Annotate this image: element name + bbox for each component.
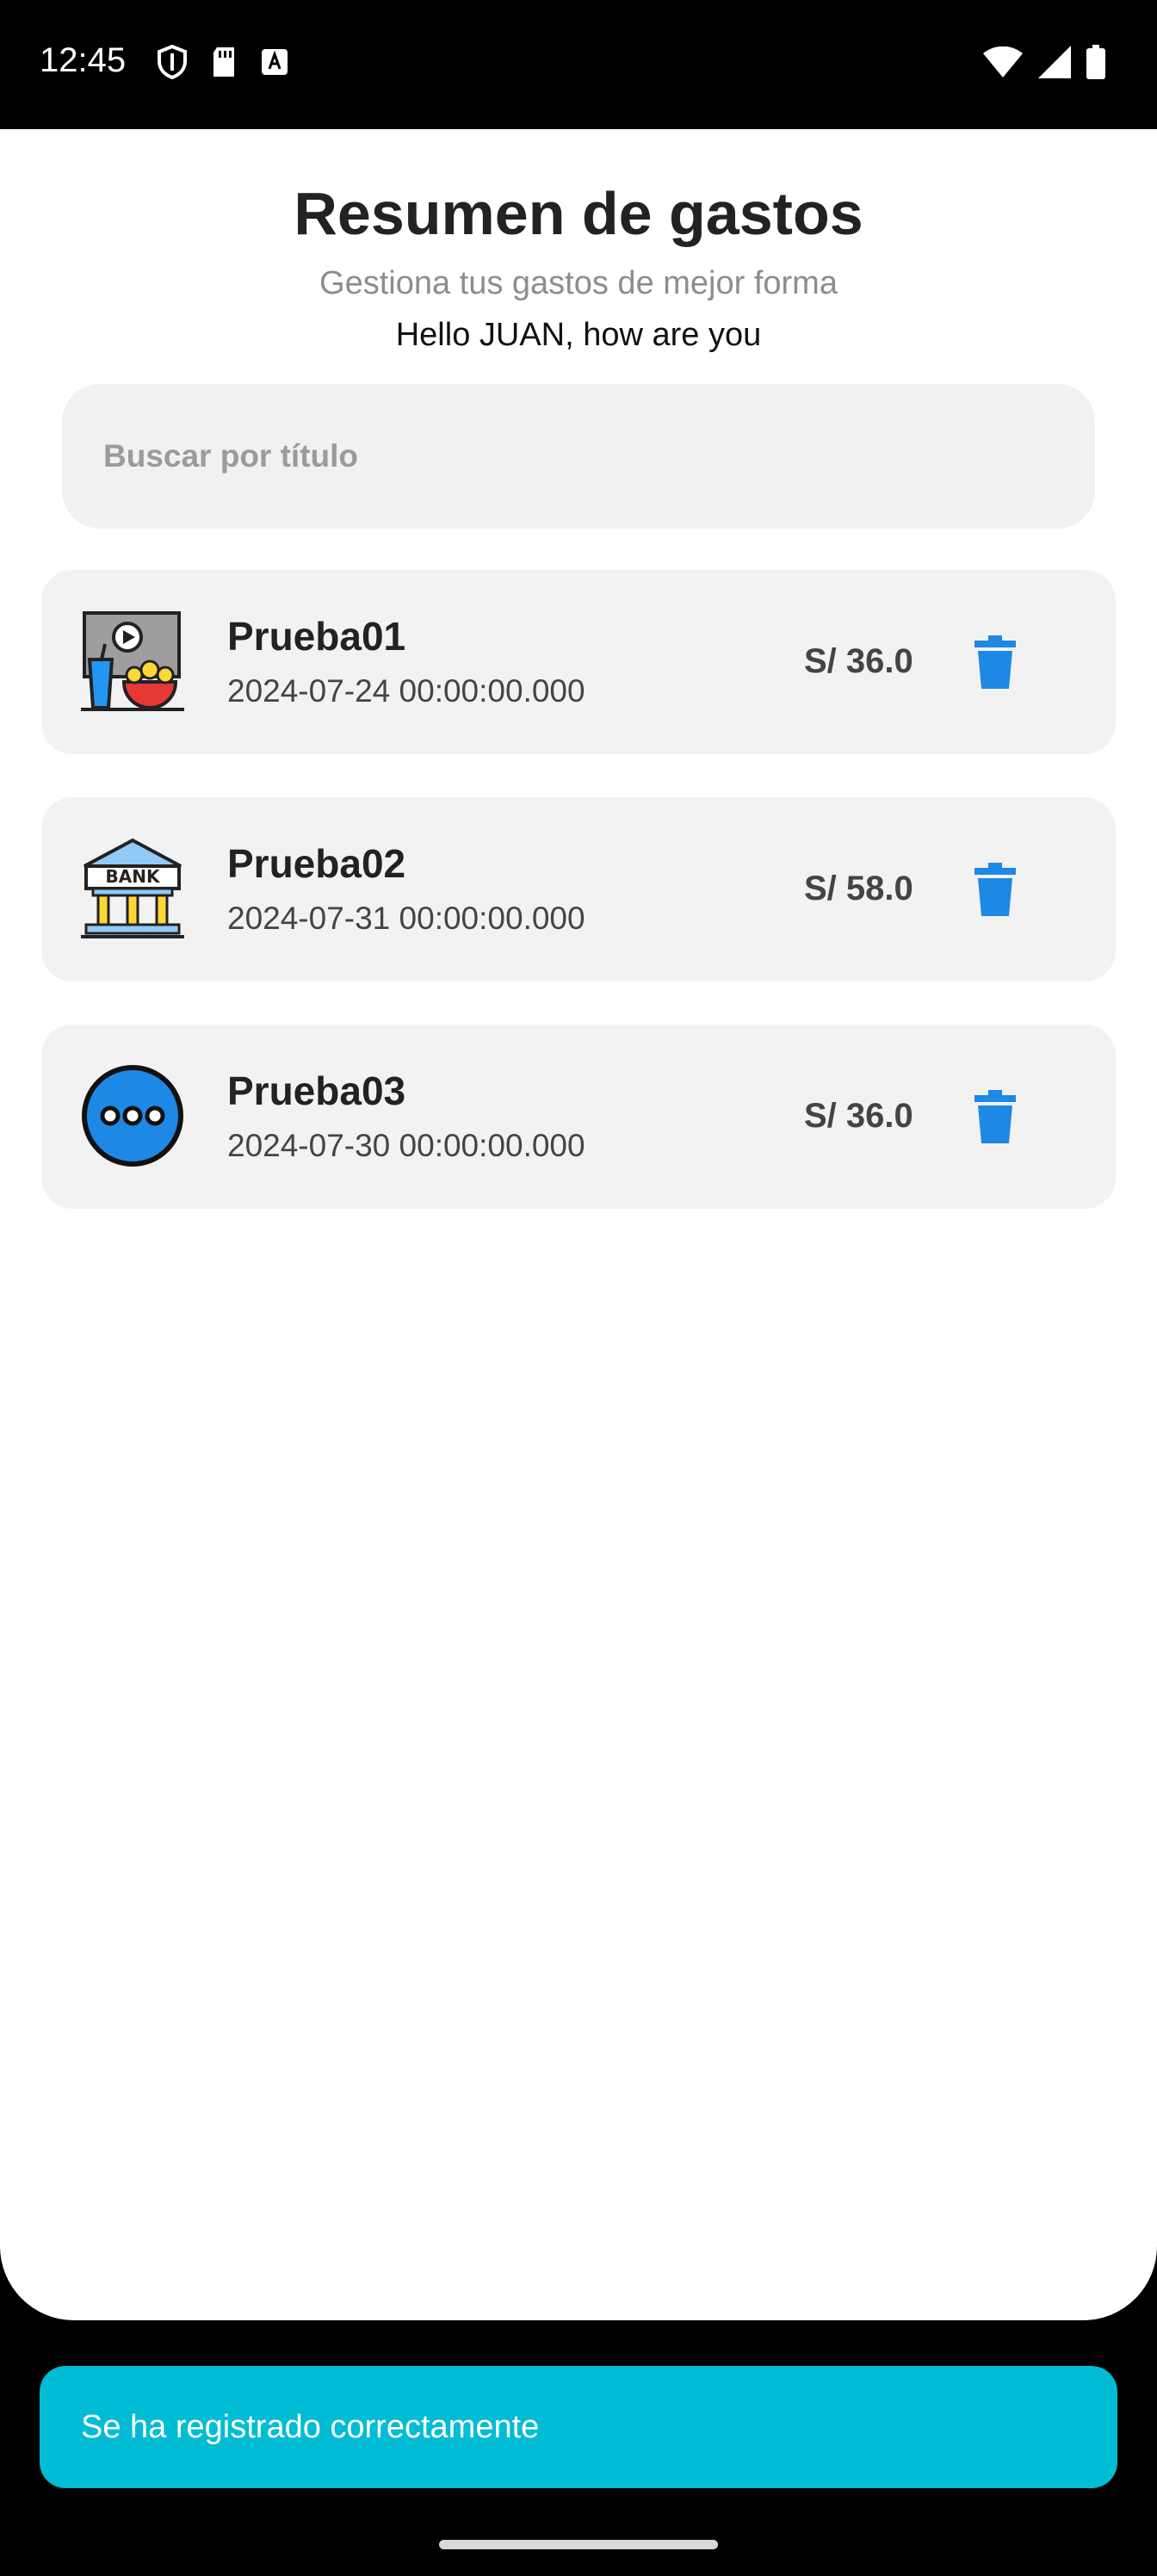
search-input[interactable] [62, 384, 1095, 529]
expense-title: Prueba02 [227, 841, 406, 886]
list-item[interactable]: Prueba03 2024-07-30 00:00:00.000 S/ 36.0 [41, 1025, 1116, 1209]
delete-icon[interactable] [968, 635, 1023, 690]
sd-card-icon [210, 46, 238, 78]
delete-icon[interactable] [968, 863, 1023, 918]
bank-icon: BANK [81, 837, 184, 940]
svg-text:BANK: BANK [106, 866, 161, 887]
keyboard-a-icon [260, 47, 289, 77]
expense-amount: S/ 58.0 [804, 870, 913, 907]
home-indicator[interactable] [439, 2540, 718, 2549]
snackbar-message: Se ha registrado correctamente [81, 2408, 540, 2445]
greeting-text: Hello JUAN, how are you [395, 317, 762, 353]
status-time: 12:45 [40, 41, 127, 79]
expense-amount: S/ 36.0 [804, 642, 913, 680]
shield-icon [157, 45, 188, 79]
expense-title: Prueba01 [227, 614, 406, 659]
battery-icon [1086, 45, 1105, 79]
delete-icon[interactable] [968, 1090, 1023, 1145]
status-icons-right [983, 45, 1105, 79]
expense-date: 2024-07-30 00:00:00.000 [227, 1128, 585, 1163]
snackbar: Se ha registrado correctamente [40, 2366, 1117, 2488]
list-item[interactable]: BANK Prueba02 2024-07-31 00:00:00.000 S/… [41, 797, 1116, 981]
list-item[interactable]: Prueba01 2024-07-24 00:00:00.000 S/ 36.0 [41, 570, 1116, 754]
status-icons-left [157, 45, 289, 79]
expense-date: 2024-07-24 00:00:00.000 [227, 673, 585, 709]
expense-date: 2024-07-31 00:00:00.000 [227, 901, 585, 936]
expense-title: Prueba03 [227, 1068, 406, 1113]
signal-icon [1038, 46, 1071, 78]
wifi-icon [983, 46, 1023, 77]
main-content: Resumen de gastos Gestiona tus gastos de… [0, 129, 1157, 2320]
cinema-icon [81, 610, 184, 713]
status-bar: 12:45 [0, 0, 1157, 129]
expense-amount: S/ 36.0 [804, 1097, 913, 1135]
more-icon [81, 1064, 184, 1167]
page-subtitle: Gestiona tus gastos de mejor forma [319, 265, 838, 301]
page-title: Resumen de gastos [294, 180, 863, 247]
